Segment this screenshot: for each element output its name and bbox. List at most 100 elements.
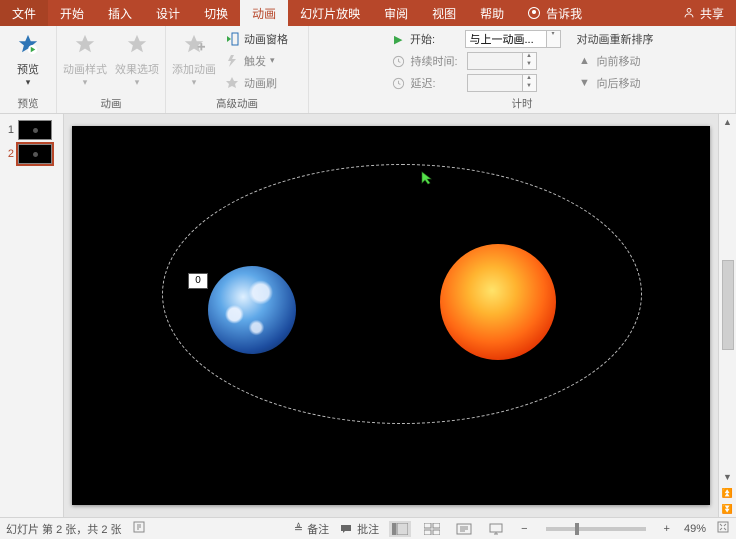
reading-view-button[interactable] [453, 521, 475, 537]
animation-pane-button[interactable]: 动画窗格 [224, 29, 302, 49]
tab-animation[interactable]: 动画 [240, 0, 288, 26]
thumb-preview [18, 120, 52, 140]
trigger-icon [224, 53, 240, 69]
slide-counter: 幻灯片 第 2 张，共 2 张 [6, 521, 122, 537]
thumb-number: 1 [4, 124, 14, 136]
prev-slide-button[interactable]: ⏫ [720, 485, 736, 501]
arrow-up-icon: ▲ [577, 53, 593, 69]
scroll-thumb[interactable] [722, 260, 734, 350]
vertical-scrollbar[interactable]: ▲ ▼ ⏫ ⏬ [718, 114, 736, 517]
group-timing-label: 计时 [512, 96, 533, 113]
tab-review[interactable]: 审阅 [372, 0, 420, 26]
slide-thumb-1[interactable]: 1 [0, 118, 63, 142]
delay-label: 延迟: [411, 75, 463, 91]
group-animation-label: 动画 [101, 96, 122, 113]
start-combo-arrow[interactable]: ▾ [547, 30, 561, 48]
clock-icon [391, 53, 407, 69]
status-bar: 幻灯片 第 2 张，共 2 张 ≜ 备注 批注 − + 49% [0, 517, 736, 539]
tab-view[interactable]: 视图 [420, 0, 468, 26]
effect-options-icon [122, 29, 152, 59]
tab-file[interactable]: 文件 [0, 0, 48, 26]
zoom-level[interactable]: 49% [684, 523, 706, 535]
preview-cursor-icon [420, 171, 434, 190]
tell-me[interactable]: 告诉我 [516, 0, 594, 26]
group-preview-label: 预览 [18, 96, 39, 113]
effect-options-button: 效果选项 ▾ [115, 29, 159, 88]
sorter-view-button[interactable] [421, 521, 443, 537]
preview-icon [13, 29, 43, 59]
animation-style-label: 动画样式 [63, 61, 107, 77]
thumb-preview [18, 144, 52, 164]
move-backward-label: 向后移动 [597, 75, 641, 91]
add-animation-label: 添加动画 [172, 61, 216, 77]
share-button[interactable]: 共享 [670, 0, 736, 26]
group-animation: 动画样式 ▾ 效果选项 ▾ 动画 [57, 26, 166, 113]
preview-button[interactable]: 预览 ▾ [6, 29, 50, 88]
thumbnail-panel: 1 2 [0, 114, 64, 517]
slide-editor: 0 ▲ ▼ ⏫ ⏬ [64, 114, 736, 517]
scroll-up-button[interactable]: ▲ [720, 114, 736, 130]
add-animation-button: 添加动画 ▾ [172, 29, 216, 88]
sun-image [440, 244, 556, 360]
painter-icon [224, 75, 240, 91]
start-row: ▶ 开始: ▾ [391, 29, 561, 49]
notes-label: 备注 [307, 521, 329, 537]
fit-slide-button[interactable] [716, 520, 730, 537]
trigger-button: 触发 ▾ [224, 51, 302, 71]
arrow-down-icon: ▼ [577, 75, 593, 91]
effect-options-label: 效果选项 [115, 61, 159, 77]
zoom-in-button[interactable]: + [660, 523, 674, 535]
tab-design[interactable]: 设计 [144, 0, 192, 26]
tab-insert[interactable]: 插入 [96, 0, 144, 26]
slide-thumb-2[interactable]: 2 [0, 142, 63, 166]
thumb-number: 2 [4, 148, 14, 160]
trigger-label: 触发 [244, 53, 266, 69]
group-preview: 预览 ▾ 预览 [0, 26, 57, 113]
zoom-slider[interactable] [546, 527, 646, 531]
animation-painter-button: 动画刷 [224, 73, 302, 93]
tab-home[interactable]: 开始 [48, 0, 96, 26]
move-forward-button: ▲ 向前移动 [577, 51, 654, 71]
group-advanced-label: 高级动画 [216, 96, 258, 113]
animation-style-button: 动画样式 ▾ [63, 29, 107, 88]
chevron-down-icon: ▾ [192, 77, 197, 88]
preview-label: 预览 [17, 61, 39, 77]
slide-canvas[interactable]: 0 [72, 126, 710, 505]
tab-slideshow[interactable]: 幻灯片放映 [288, 0, 372, 26]
tab-help[interactable]: 帮助 [468, 0, 516, 26]
move-forward-label: 向前移动 [597, 53, 641, 69]
chevron-down-icon: ▾ [26, 77, 31, 88]
reorder-label: 对动画重新排序 [577, 29, 654, 49]
start-combo[interactable] [465, 30, 547, 48]
duration-label: 持续时间: [411, 53, 463, 69]
chevron-down-icon: ▾ [270, 55, 275, 66]
normal-view-button[interactable] [389, 521, 411, 537]
tell-me-label: 告诉我 [546, 5, 582, 22]
chevron-down-icon: ▾ [135, 77, 140, 88]
ribbon-tab-bar: 文件 开始 插入 设计 切换 动画 幻灯片放映 审阅 视图 帮助 告诉我 共享 [0, 0, 736, 26]
start-label: 开始: [410, 31, 460, 47]
comments-button[interactable]: 批注 [339, 521, 379, 537]
duration-input [467, 52, 523, 70]
scroll-down-button[interactable]: ▼ [720, 469, 736, 485]
add-animation-icon [179, 29, 209, 59]
comments-icon [339, 522, 353, 536]
slideshow-view-button[interactable] [485, 521, 507, 537]
group-advanced: 添加动画 ▾ 动画窗格 触发 ▾ 动画刷 高级动画 [166, 26, 309, 113]
animation-painter-label: 动画刷 [244, 75, 277, 91]
tab-transition[interactable]: 切换 [192, 0, 240, 26]
notes-button[interactable]: ≜ 备注 [294, 521, 329, 537]
accessibility-icon[interactable] [132, 520, 146, 537]
notes-icon: ≜ [294, 522, 303, 535]
animation-order-tag[interactable]: 0 [188, 273, 208, 289]
duration-spinner: ▲▼ [523, 52, 537, 70]
share-icon [682, 6, 696, 20]
zoom-out-button[interactable]: − [517, 523, 531, 535]
bulb-icon [528, 7, 540, 19]
workspace: 1 2 0 ▲ ▼ ⏫ ⏬ [0, 114, 736, 517]
comments-label: 批注 [357, 521, 379, 537]
next-slide-button[interactable]: ⏬ [720, 501, 736, 517]
delay-input [467, 74, 523, 92]
group-timing: ▶ 开始: ▾ 持续时间: ▲▼ 延 [309, 26, 736, 113]
animation-pane-label: 动画窗格 [244, 31, 288, 47]
